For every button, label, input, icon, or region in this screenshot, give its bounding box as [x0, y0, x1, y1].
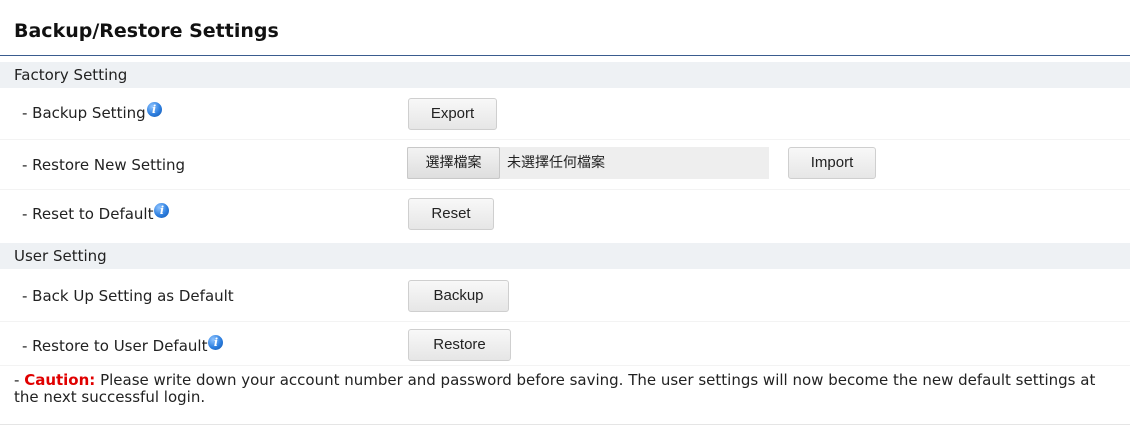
backup-as-default-label: - Back Up Setting as Default [22, 287, 234, 305]
restore-user-default-row: - Restore to User Default i [22, 335, 224, 355]
file-status-text: 未選擇任何檔案 [507, 155, 605, 171]
reset-default-label: - Reset to Default [22, 205, 154, 223]
choose-file-button[interactable]: 選擇檔案 [407, 147, 500, 179]
info-icon[interactable]: i [146, 102, 162, 117]
backup-setting-label: - Backup Setting [22, 104, 146, 122]
row-divider [0, 321, 1130, 322]
info-icon[interactable]: i [154, 203, 170, 218]
row-divider [0, 365, 1130, 366]
restore-user-default-label: - Restore to User Default [22, 337, 208, 355]
export-button[interactable]: Export [408, 98, 497, 130]
row-divider [0, 189, 1130, 190]
import-button[interactable]: Import [788, 147, 876, 179]
page-title: Backup/Restore Settings [14, 20, 279, 42]
title-divider [0, 55, 1130, 56]
section-header-factory: Factory Setting [0, 62, 1130, 88]
backup-button[interactable]: Backup [408, 280, 509, 312]
reset-default-row: - Reset to Default i [22, 203, 170, 223]
restore-button[interactable]: Restore [408, 329, 511, 361]
backup-restore-panel: Backup/Restore Settings Factory Setting … [0, 0, 1140, 438]
reset-button[interactable]: Reset [408, 198, 494, 230]
file-input[interactable]: 選擇檔案 未選擇任何檔案 [407, 147, 769, 179]
info-icon[interactable]: i [208, 335, 224, 350]
caution-label: Caution: [24, 371, 96, 389]
row-divider [0, 139, 1130, 140]
caution-note: - Caution: Please write down your accoun… [14, 372, 1114, 406]
section-header-user: User Setting [0, 243, 1130, 269]
caution-text: Please write down your account number an… [14, 371, 1096, 406]
backup-setting-row: - Backup Setting i [22, 102, 162, 122]
bottom-divider [0, 424, 1130, 425]
caution-prefix: - [14, 371, 25, 389]
restore-new-setting-label: - Restore New Setting [22, 156, 186, 174]
